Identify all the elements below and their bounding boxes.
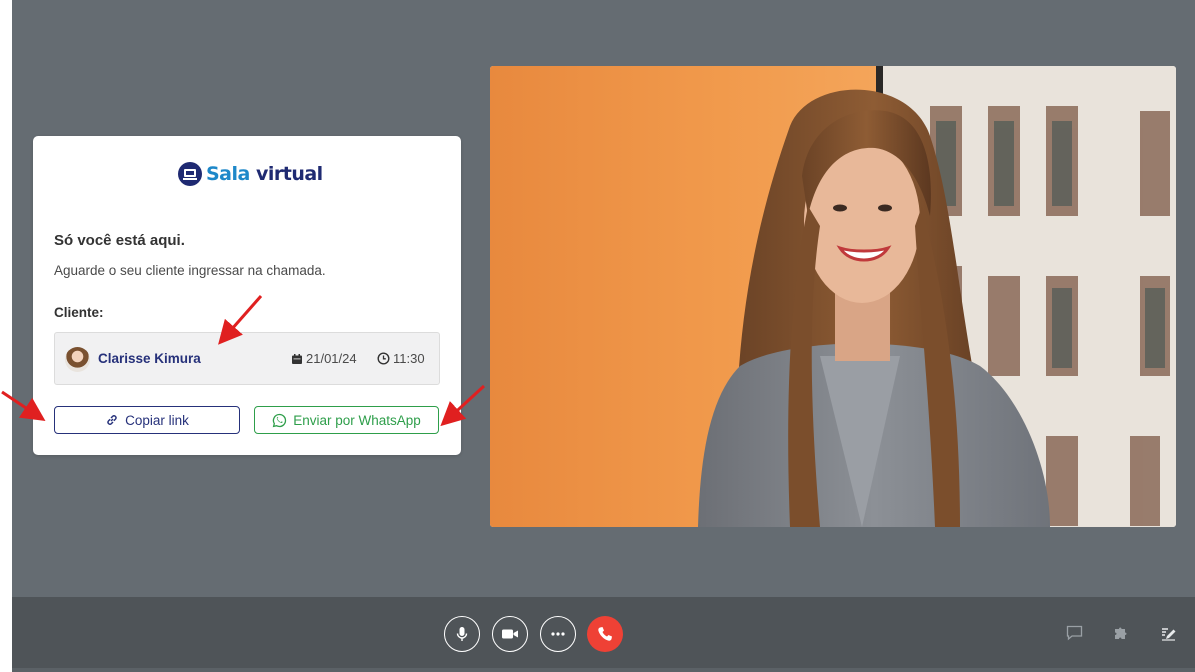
local-video-feed: [490, 66, 1176, 527]
more-options-icon: [551, 632, 565, 636]
camera-button[interactable]: [492, 616, 528, 652]
extensions-icon: [1114, 627, 1126, 639]
logo-text-virtual: virtual: [255, 163, 323, 185]
logo-text-sala: Sala: [206, 163, 250, 185]
chat-icon: [1066, 625, 1082, 641]
appointment-date: 21/01/24: [291, 351, 357, 366]
clock-icon: [377, 352, 390, 365]
appointment-date-value: 21/01/24: [306, 351, 357, 366]
laptop-logo-icon: [178, 162, 202, 186]
appointment-time: 11:30: [377, 351, 425, 366]
copy-link-button[interactable]: Copiar link: [54, 406, 240, 434]
extensions-button[interactable]: [1112, 624, 1130, 642]
more-options-button[interactable]: [540, 616, 576, 652]
end-call-icon: [598, 627, 612, 641]
camera-image: [490, 66, 1176, 527]
waiting-room-card: Sala virtual Só você está aqui. Aguarde …: [33, 136, 461, 455]
notes-icon: [1161, 627, 1175, 641]
client-label: Cliente:: [54, 305, 104, 320]
chat-button[interactable]: [1065, 624, 1083, 642]
waiting-title: Só você está aqui.: [54, 232, 185, 249]
sala-virtual-logo: Sala virtual: [178, 162, 323, 186]
notes-button[interactable]: [1159, 624, 1177, 642]
microphone-icon: [456, 627, 468, 641]
client-info-box: Clarisse Kimura 21/01/24 11:30: [54, 332, 440, 385]
microphone-button[interactable]: [444, 616, 480, 652]
waiting-message: Aguarde o seu cliente ingressar na chama…: [54, 263, 326, 278]
calendar-icon: [292, 353, 302, 364]
video-camera-icon: [502, 629, 518, 639]
appointment-time-value: 11:30: [393, 351, 425, 366]
whatsapp-label: Enviar por WhatsApp: [293, 412, 421, 428]
toolbar-bottom-edge: [12, 668, 1195, 672]
client-name: Clarisse Kimura: [98, 351, 201, 366]
link-icon: [107, 415, 117, 425]
copy-link-label: Copiar link: [125, 412, 189, 428]
whatsapp-icon: [272, 413, 287, 427]
end-call-button[interactable]: [587, 616, 623, 652]
send-whatsapp-button[interactable]: Enviar por WhatsApp: [254, 406, 439, 434]
client-avatar: [65, 347, 90, 372]
